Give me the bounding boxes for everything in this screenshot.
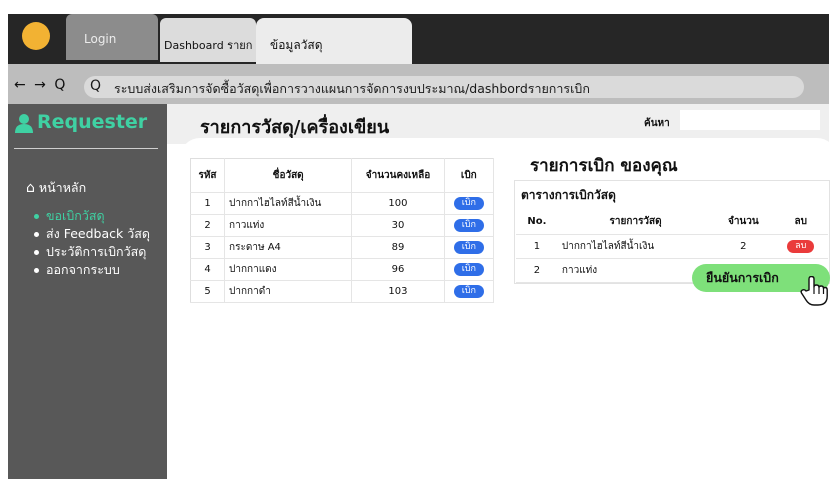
delete-button[interactable]: ลบ [787,239,815,253]
delete-cell: ลบ [773,234,828,259]
column-header: รหัส [190,158,226,193]
tab-login[interactable]: Login [66,14,158,60]
url-field[interactable]: Q ระบบส่งเสริมการจัดซื้อวัสดุเพื่อการวาง… [84,76,804,98]
withdraw-cell: เบิก [444,192,495,215]
item-name: ปากกาแดง [224,258,353,281]
nav-buttons[interactable]: ← → Q [14,77,67,93]
tab-dashboard[interactable]: Dashboard รายก [160,18,256,62]
item-id: 4 [190,258,226,281]
tab-dashboard-label: Dashboard รายก [164,39,253,52]
column-header: ลบ [773,210,828,235]
item-name: ปากกาไฮไลท์สีน้ำเงิน [557,234,714,259]
column-header: ชื่อวัสดุ [224,158,353,193]
tab-material-data[interactable]: ข้อมูลวัสดุ [256,18,412,64]
column-header: จำนวนคงเหลือ [351,158,445,193]
bullet-icon [34,214,39,219]
tab-login-label: Login [84,32,117,46]
home-icon: ⌂ [26,180,35,196]
bullet-icon [34,232,39,237]
table-row: 1 ปากกาไฮไลท์สีน้ำเงิน 100 เบิก [190,192,495,215]
row-number: 1 [516,234,558,259]
withdraw-button[interactable]: เบิก [453,241,484,254]
item-name: กาวแท่ง [557,258,714,283]
table-header-row: รหัส ชื่อวัสดุ จำนวนคงเหลือ เบิก [190,158,495,193]
item-id: 2 [190,214,226,237]
sidebar-item-label: ส่ง Feedback วัสดุ [46,226,150,241]
withdraw-cell: เบิก [444,280,495,303]
sidebar-menu: ขอเบิกวัสดุ ส่ง Feedback วัสดุ ประวัติกา… [34,207,150,279]
item-qty: 30 [351,214,445,237]
url-text: ระบบส่งเสริมการจัดซื้อวัสดุเพื่อการวางแผ… [114,81,590,96]
table-row: 2 กาวแท่ง 30 เบิก [190,214,495,237]
withdraw-button[interactable]: เบิก [453,219,484,232]
withdraw-button[interactable]: เบิก [453,263,484,276]
screen: Login Dashboard รายก ข้อมูลวัสดุ ← → Q Q… [0,0,837,479]
item-qty: 89 [351,236,445,259]
brand: Requester [14,111,147,133]
table-row: 5 ปากกาดำ 103 เบิก [190,280,495,303]
item-name: ปากกาดำ [224,280,353,303]
withdraw-cell: เบิก [444,236,495,259]
sidebar [8,104,167,479]
withdraw-cell: เบิก [444,258,495,281]
item-name: ปากกาไฮไลท์สีน้ำเงิน [224,192,353,215]
hand-pointer-icon [800,276,828,306]
page-title: รายการวัสดุ/เครื่องเขียน [200,117,390,138]
column-header: จำนวน [713,210,774,235]
stock-table: รหัส ชื่อวัสดุ จำนวนคงเหลือ เบิก 1 ปากกา… [190,158,495,303]
tab-material-data-label: ข้อมูลวัสดุ [270,38,323,52]
sidebar-item-logout[interactable]: ออกจากระบบ [34,261,150,279]
table-row: 3 กระดาษ A4 89 เบิก [190,236,495,259]
search-label: ค้นหา [644,118,670,129]
item-name: กาวแท่ง [224,214,353,237]
requisition-title: รายการเบิก ของคุณ [530,156,678,176]
search-input[interactable] [680,110,820,130]
sidebar-item-feedback[interactable]: ส่ง Feedback วัสดุ [34,225,150,243]
column-header: No. [516,210,558,235]
sidebar-home[interactable]: ⌂ หน้าหลัก [26,178,86,198]
item-qty: 100 [351,192,445,215]
table-header-row: No. รายการวัสดุ จำนวน ลบ [516,210,828,235]
sidebar-item-label: ออกจากระบบ [46,262,120,277]
sidebar-item-history[interactable]: ประวัติการเบิกวัสดุ [34,243,150,261]
column-header: เบิก [444,158,495,193]
item-qty: 103 [351,280,445,303]
item-id: 1 [190,192,226,215]
brand-label: Requester [37,111,148,133]
item-id: 5 [190,280,226,303]
bullet-icon [34,250,39,255]
user-avatar[interactable] [22,22,50,50]
sidebar-item-label: ขอเบิกวัสดุ [46,208,105,223]
search-icon: Q [90,78,102,94]
sidebar-divider [14,148,158,149]
item-qty: 96 [351,258,445,281]
person-icon [15,113,33,133]
requisition-box-title: ตารางการเบิกวัสดุ [521,188,616,202]
withdraw-cell: เบิก [444,214,495,237]
sidebar-item-label: ประวัติการเบิกวัสดุ [46,244,147,259]
table-row: 1 ปากกาไฮไลท์สีน้ำเงิน 2 ลบ [516,234,828,259]
item-id: 3 [190,236,226,259]
bullet-icon [34,268,39,273]
item-name: กระดาษ A4 [224,236,353,259]
sidebar-item-request[interactable]: ขอเบิกวัสดุ [34,207,150,225]
withdraw-button[interactable]: เบิก [453,285,484,298]
column-header: รายการวัสดุ [557,210,714,235]
sidebar-home-label: หน้าหลัก [38,180,87,195]
withdraw-button[interactable]: เบิก [453,197,484,210]
item-qty: 2 [713,234,774,259]
table-row: 4 ปากกาแดง 96 เบิก [190,258,495,281]
row-number: 2 [516,258,558,283]
